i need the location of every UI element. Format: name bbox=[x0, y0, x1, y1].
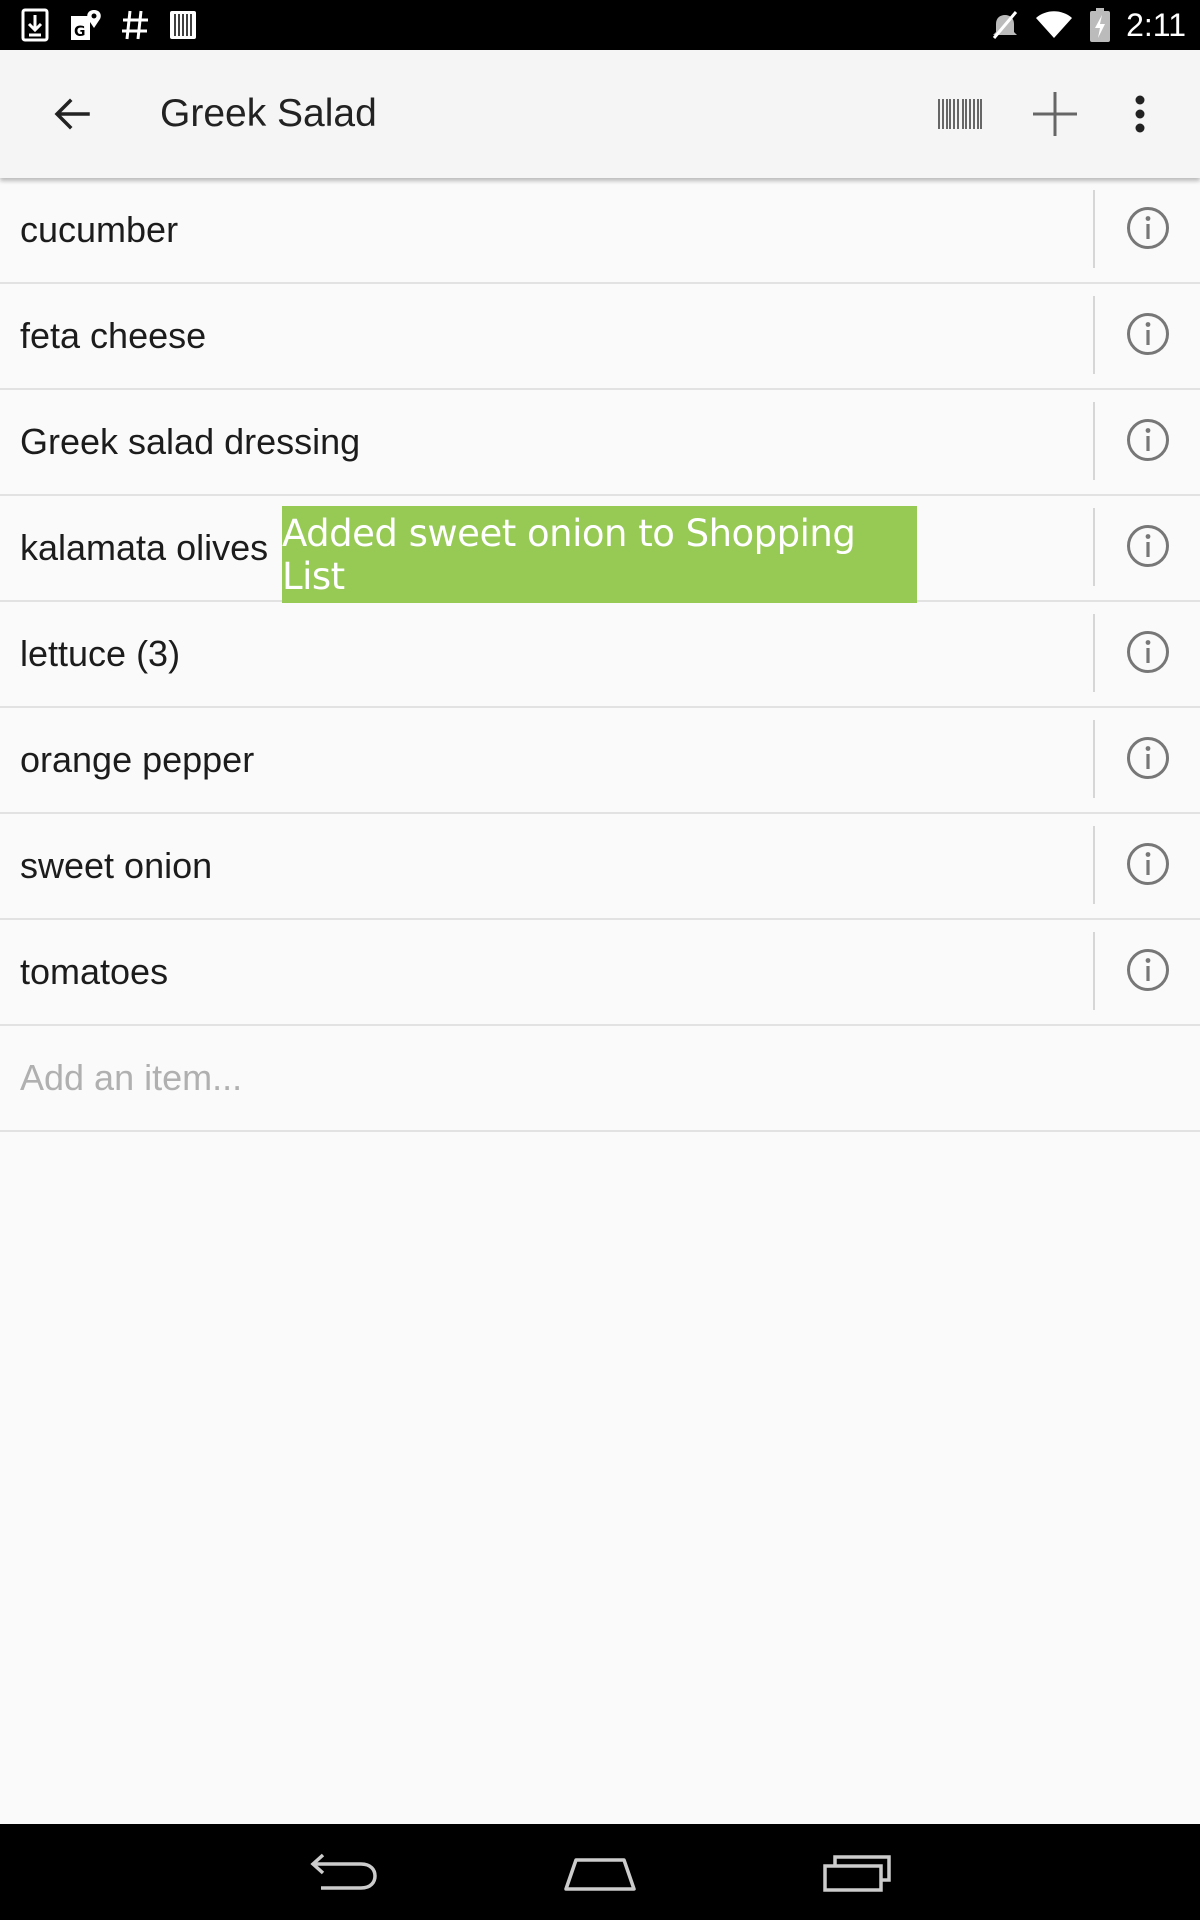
info-icon bbox=[1127, 525, 1169, 567]
maps-icon: G bbox=[71, 10, 101, 40]
row-divider bbox=[1093, 826, 1095, 904]
toast-message: Added sweet onion to Shopping List bbox=[282, 511, 856, 598]
add-item-input[interactable] bbox=[20, 1026, 1180, 1130]
more-options-button[interactable] bbox=[1100, 74, 1180, 154]
list-item[interactable]: orange pepper bbox=[0, 708, 1200, 814]
wifi-icon bbox=[1036, 11, 1073, 38]
arrow-left-icon bbox=[54, 98, 90, 130]
row-divider bbox=[1093, 190, 1095, 268]
back-button[interactable] bbox=[36, 74, 108, 154]
list-item[interactable]: Greek salad dressing bbox=[0, 390, 1200, 496]
mute-icon bbox=[992, 11, 1018, 39]
app-bar: Greek Salad bbox=[0, 50, 1200, 178]
row-divider bbox=[1093, 932, 1095, 1010]
add-item-button[interactable] bbox=[1015, 74, 1095, 154]
status-bar: G 2:11 bbox=[0, 0, 1200, 50]
list-item-label: kalamata olives bbox=[20, 527, 269, 568]
info-icon bbox=[1127, 737, 1169, 779]
info-icon bbox=[1127, 419, 1169, 461]
back-icon bbox=[310, 1853, 377, 1890]
hashtag-icon bbox=[122, 10, 148, 40]
list-item-label: tomatoes bbox=[20, 951, 169, 992]
scan-barcode-button[interactable] bbox=[920, 74, 1000, 154]
row-divider bbox=[1093, 614, 1095, 692]
item-info-button[interactable] bbox=[1120, 306, 1176, 362]
ingredient-list: cucumber feta cheese Greek salad dressing k… bbox=[0, 178, 1200, 1132]
status-left-icons: G bbox=[20, 8, 198, 42]
item-info-button[interactable] bbox=[1120, 200, 1176, 256]
navigation-bar bbox=[0, 1824, 1200, 1920]
recent-apps-icon bbox=[823, 1855, 891, 1892]
info-icon bbox=[1127, 207, 1169, 249]
nav-recent-apps-button[interactable] bbox=[797, 1836, 917, 1908]
list-item-label: sweet onion bbox=[20, 845, 213, 886]
plus-icon bbox=[1033, 92, 1077, 136]
info-icon bbox=[1127, 843, 1169, 885]
status-right-icons: 2:11 bbox=[990, 6, 1186, 44]
status-time: 2:11 bbox=[1126, 6, 1186, 43]
list-item[interactable]: feta cheese bbox=[0, 284, 1200, 390]
item-info-button[interactable] bbox=[1120, 942, 1176, 998]
list-item-label: lettuce (3) bbox=[20, 633, 181, 674]
row-divider bbox=[1093, 508, 1095, 586]
more-vert-icon bbox=[1135, 95, 1145, 133]
info-icon bbox=[1127, 949, 1169, 991]
info-icon bbox=[1127, 313, 1169, 355]
nav-back-button[interactable] bbox=[283, 1836, 403, 1908]
add-item-row bbox=[0, 1026, 1200, 1132]
list-item[interactable]: cucumber bbox=[0, 178, 1200, 284]
row-divider bbox=[1093, 296, 1095, 374]
download-icon bbox=[21, 8, 49, 42]
item-info-button[interactable] bbox=[1120, 730, 1176, 786]
page-title: Greek Salad bbox=[160, 92, 377, 135]
info-icon bbox=[1127, 631, 1169, 673]
list-item-label: orange pepper bbox=[20, 739, 255, 780]
item-info-button[interactable] bbox=[1120, 624, 1176, 680]
battery-charging-icon bbox=[1090, 8, 1111, 42]
row-divider bbox=[1093, 402, 1095, 480]
list-item-label: feta cheese bbox=[20, 315, 207, 356]
list-item-label: Greek salad dressing bbox=[20, 421, 361, 462]
svg-text:G: G bbox=[74, 24, 86, 40]
item-info-button[interactable] bbox=[1120, 836, 1176, 892]
barcode-notification-icon bbox=[170, 11, 196, 39]
list-item[interactable]: sweet onion bbox=[0, 814, 1200, 920]
item-info-button[interactable] bbox=[1120, 412, 1176, 468]
list-item[interactable]: tomatoes bbox=[0, 920, 1200, 1026]
home-icon bbox=[564, 1858, 636, 1891]
toast-notification: Added sweet onion to Shopping List bbox=[282, 506, 917, 603]
list-item-label: cucumber bbox=[20, 209, 179, 250]
item-info-button[interactable] bbox=[1120, 518, 1176, 574]
list-item[interactable]: lettuce (3) bbox=[0, 602, 1200, 708]
barcode-icon bbox=[938, 99, 982, 129]
nav-home-button[interactable] bbox=[540, 1836, 660, 1908]
row-divider bbox=[1093, 720, 1095, 798]
